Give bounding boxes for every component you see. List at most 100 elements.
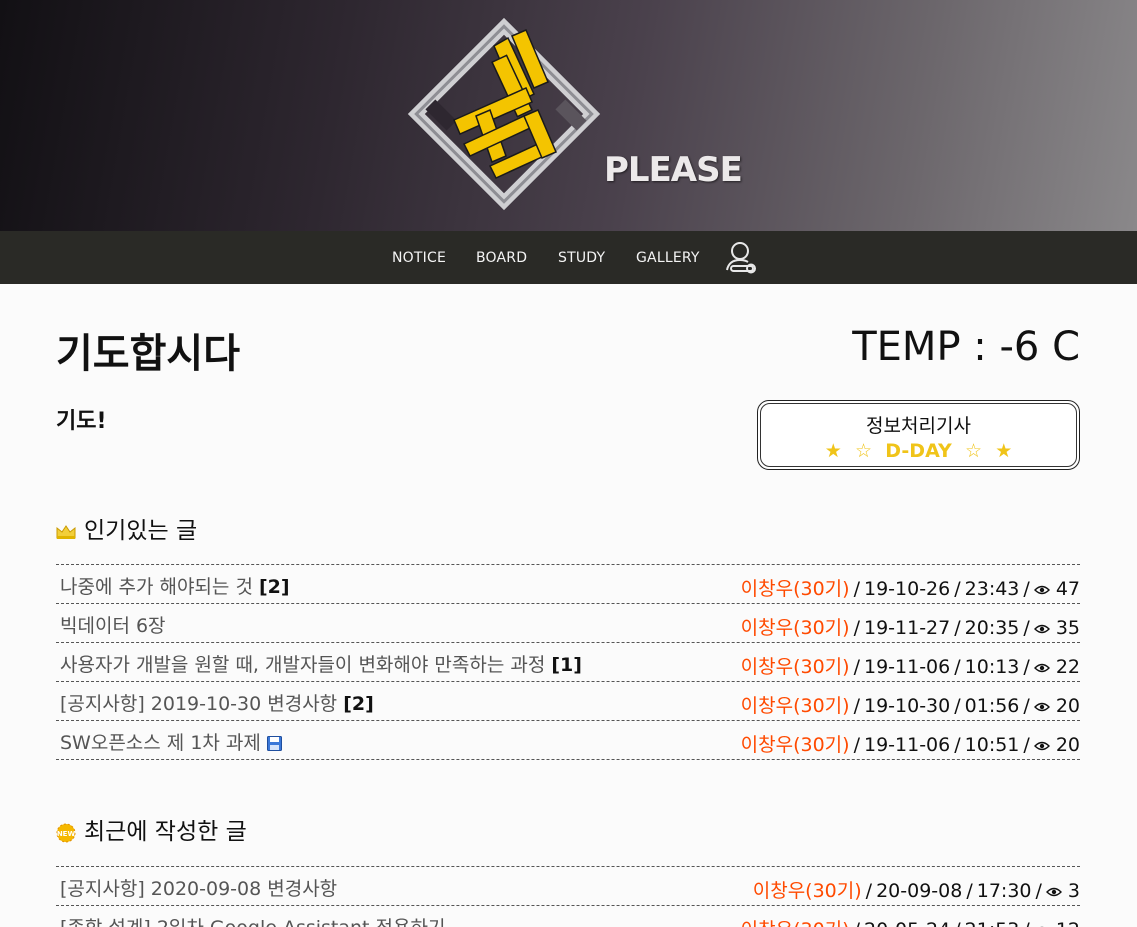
post-author[interactable]: 이창우(30기) [741,734,850,756]
separator: / [954,734,961,756]
popular-heading: 인기있는 글 [56,511,197,545]
separator: / [1023,617,1030,639]
post-title[interactable]: 나중에 추가 해야되는 것 [2] [60,572,290,599]
separator: / [853,656,860,678]
svg-text:NEW: NEW [57,830,76,838]
separator: / [954,578,961,600]
site-logo-icon[interactable] [406,16,602,212]
post-time: 21:53 [965,919,1020,927]
eye-icon [1033,585,1050,594]
post-meta: 이창우(30기)/20-05-24/21:53/12 [741,915,1080,927]
post-views: 20 [1055,734,1080,756]
post-title-text[interactable]: [공지사항] 2020-09-08 변경사항 [60,878,337,900]
post-row[interactable]: 빅데이터 6장 이창우(30기)/19-11-27/20:35/35 [56,604,1080,643]
logo-text: PLEASE [604,150,743,190]
nav-board[interactable]: BOARD [476,250,527,266]
eye-icon [1033,624,1050,633]
post-author[interactable]: 이창우(30기) [741,919,850,927]
post-author[interactable]: 이창우(30기) [753,880,862,902]
post-row[interactable]: 나중에 추가 해야되는 것 [2] 이창우(30기)/19-10-26/23:43… [56,565,1080,604]
page-subtitle: 기도! [56,409,107,434]
dday-box: 정보처리기사 ★ ☆ D-DAY ☆ ★ [757,400,1080,470]
separator: / [865,880,873,902]
post-title-text[interactable]: 나중에 추가 해야되는 것 [60,576,253,598]
separator: / [1023,734,1030,756]
page-title: 기도합시다 [56,331,240,377]
comment-count: [1] [551,654,582,676]
eye-icon [1033,741,1050,750]
nav-study[interactable]: STUDY [558,250,605,266]
post-row[interactable]: [공지사항] 2020-09-08 변경사항 이창우(30기)/20-09-08/… [56,867,1080,906]
star-filled-icon: ★ [824,440,842,462]
post-time: 10:51 [964,734,1020,756]
post-date: 19-11-06 [863,734,951,756]
separator: / [954,656,961,678]
post-views: 35 [1055,617,1080,639]
post-row[interactable]: 사용자가 개발을 원할 때, 개발자들이 변화해야 만족하는 과정 [1] 이창우… [56,643,1080,682]
post-title-text[interactable]: 빅데이터 6장 [60,615,166,637]
post-meta: 이창우(30기)/19-11-06/10:51/20 [741,730,1080,757]
post-meta: 이창우(30기)/19-10-26/23:43/47 [741,574,1080,601]
star-outline-icon: ☆ [855,440,873,462]
separator: / [966,880,973,902]
post-title-text[interactable]: SW오픈소스 제 1차 과제 [60,732,261,754]
post-title-text[interactable]: [공지사항] 2019-10-30 변경사항 [60,693,337,715]
post-title[interactable]: 빅데이터 6장 [60,611,166,638]
post-title-text[interactable]: [종합 설계] 2일차 Google Assistant 적용하기 [60,917,445,927]
separator: / [1023,695,1030,717]
user-login-icon[interactable] [723,240,759,274]
post-title[interactable]: SW오픈소스 제 1차 과제 [60,728,282,755]
post-date: 20-09-08 [876,880,963,902]
post-date: 19-11-27 [863,617,951,639]
separator: / [853,617,860,639]
post-author[interactable]: 이창우(30기) [741,578,850,600]
popular-heading-label: 인기있는 글 [84,518,198,544]
post-title-text[interactable]: 사용자가 개발을 원할 때, 개발자들이 변화해야 만족하는 과정 [60,654,545,676]
post-meta: 이창우(30기)/19-11-27/20:35/35 [741,613,1080,640]
popular-post-list: 나중에 추가 해야되는 것 [2] 이창우(30기)/19-10-26/23:43… [56,564,1080,760]
post-title[interactable]: [종합 설계] 2일차 Google Assistant 적용하기 [60,913,445,927]
post-views: 22 [1055,656,1080,678]
eye-icon [1033,663,1050,672]
separator: / [853,578,860,600]
separator: / [954,919,960,927]
header-banner: PLEASE [0,0,1137,231]
post-author[interactable]: 이창우(30기) [741,656,850,678]
post-meta: 이창우(30기)/19-11-06/10:13/22 [741,652,1080,679]
post-author[interactable]: 이창우(30기) [741,617,850,639]
nav-gallery[interactable]: GALLERY [636,250,700,266]
nav-notice[interactable]: NOTICE [392,250,446,266]
post-time: 10:13 [964,656,1020,678]
post-row[interactable]: [공지사항] 2019-10-30 변경사항 [2] 이창우(30기)/19-10… [56,682,1080,721]
save-icon [266,736,282,751]
post-views: 47 [1055,578,1080,600]
separator: / [854,919,860,927]
crown-icon [56,524,76,539]
post-row[interactable]: SW오픈소스 제 1차 과제 이창우(30기)/19-11-06/10:51/20 [56,721,1080,760]
post-views: 12 [1056,919,1080,927]
post-author[interactable]: 이창우(30기) [741,695,850,717]
post-views: 20 [1055,695,1080,717]
comment-count: [2] [343,693,374,715]
eye-icon [1033,702,1050,711]
post-title[interactable]: [공지사항] 2020-09-08 변경사항 [60,874,337,901]
temperature-readout: TEMP : -6 C [852,324,1080,370]
separator: / [1023,578,1030,600]
recent-heading: NEW 최근에 작성한 글 [56,812,247,846]
eye-icon [1045,887,1062,896]
post-row[interactable]: [종합 설계] 2일차 Google Assistant 적용하기 이창우(30기… [56,906,1080,927]
post-time: 23:43 [964,578,1020,600]
separator: / [1023,656,1030,678]
post-time: 20:35 [964,617,1020,639]
star-filled-icon: ★ [995,440,1013,462]
post-title[interactable]: 사용자가 개발을 원할 때, 개발자들이 변화해야 만족하는 과정 [1] [60,650,582,677]
post-time: 17:30 [976,880,1032,902]
dday-line: ★ ☆ D-DAY ☆ ★ [758,440,1079,462]
post-date: 20-05-24 [864,919,950,927]
dday-text: D-DAY [885,440,952,462]
separator: / [954,617,961,639]
recent-heading-label: 최근에 작성한 글 [84,819,247,845]
new-badge-icon: NEW [56,823,76,842]
comment-count: [2] [258,576,290,598]
post-title[interactable]: [공지사항] 2019-10-30 변경사항 [2] [60,689,374,716]
